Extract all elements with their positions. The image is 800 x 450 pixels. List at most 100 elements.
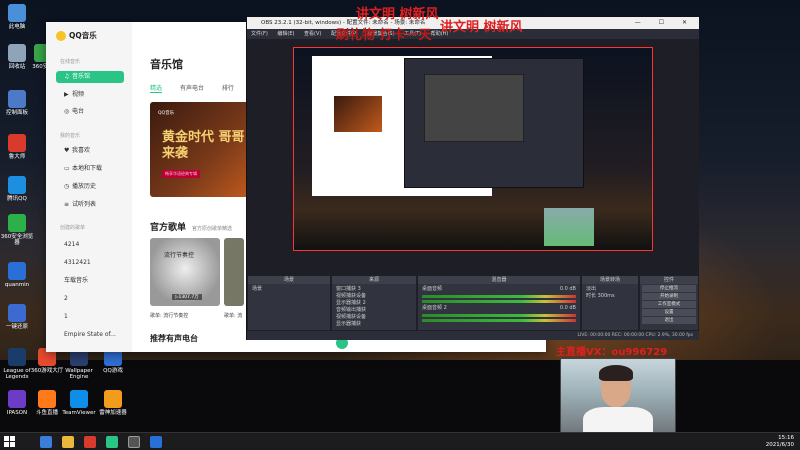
app-icon (8, 390, 26, 408)
preview-desktop-capture (293, 47, 653, 251)
taskbar: 15:16 2021/6/30 (0, 432, 800, 450)
tab-featured[interactable]: 精选 (150, 85, 163, 93)
settings-button[interactable]: 设置 (642, 309, 696, 316)
banner-tag: 畅享华语经典专辑 (162, 170, 200, 178)
playlist-item[interactable]: 1 (56, 311, 124, 323)
controls-dock: 控件 停止推流 开始录制 工作室模式 设置 退出 (639, 275, 699, 331)
app-icon (8, 44, 26, 62)
dock-title: 控件 (640, 276, 698, 284)
nested-obs-preview (424, 74, 524, 142)
dock-title: 来源 (332, 276, 416, 284)
duration-field[interactable]: 时长 300ms (586, 293, 634, 300)
overlay-slogan: 讲文明 树新风 (440, 20, 523, 35)
playlist-item[interactable]: 4312421 (56, 257, 124, 269)
banner-title: 黄金时代 哥哥来袭 (162, 130, 245, 161)
app-icon (8, 134, 26, 152)
exit-button[interactable]: 退出 (642, 317, 696, 324)
page-title: 音乐馆 (150, 58, 183, 71)
desktop-icon[interactable]: 此电脑 (0, 4, 34, 30)
banner-brand: QQ音乐 (158, 111, 175, 116)
playlist-item[interactable]: 4214 (56, 239, 124, 251)
desktop-icon[interactable]: quanmin (0, 262, 34, 288)
scene-item[interactable]: 场景 (248, 284, 330, 295)
volume-meter (422, 295, 576, 298)
nested-webcam (544, 208, 594, 246)
sidebar-item-radio[interactable]: ◎ 电台 (56, 106, 124, 118)
source-item[interactable]: 音频输出捕获 (336, 307, 412, 314)
playlist-caption: 歌单: 流 (224, 313, 243, 319)
desktop-icon[interactable]: 雷神加速器 (96, 390, 130, 416)
app-icon (8, 348, 26, 366)
webcam-overlay (560, 358, 676, 440)
volume-meter (422, 314, 576, 317)
obs-taskbar-icon[interactable] (128, 436, 140, 448)
source-item[interactable]: 视频捕获设备 (336, 314, 412, 321)
qq-sidebar: QQ音乐 在线音乐 ♫ 音乐馆 ▶ 视频 ◎ 电台 我的音乐 ♥ 我喜欢 ▭ 本地和下载 … (46, 22, 132, 352)
playlist-caption: 歌单: 流行节奏控 (150, 313, 189, 319)
obs-preview[interactable] (247, 39, 699, 275)
stop-streaming-button[interactable]: 停止推流 (642, 285, 696, 292)
sidebar-item-music-hall[interactable]: ♫ 音乐馆 (56, 71, 124, 83)
source-item[interactable]: 显示器捕获 2 (336, 300, 412, 307)
obs-status-bar: LIVE: 00:00:00 REC: 00:00:00 CPU: 2.9%, … (247, 331, 699, 340)
music-icon: ♫ (64, 73, 70, 80)
section-official-playlists: 官方歌单 官方原创歌单精选 (150, 223, 233, 233)
menu-edit[interactable]: 编辑(E) (277, 31, 294, 37)
app-icon[interactable] (84, 436, 96, 448)
studio-mode-button[interactable]: 工作室模式 (642, 301, 696, 308)
source-item[interactable]: 显示器捕获 (336, 321, 412, 328)
file-explorer-icon[interactable] (40, 436, 52, 448)
obs-docks: 场景 场景 来源 窗口捕获 3 视频捕获设备 显示器捕获 2 音频输出捕获 视频… (247, 275, 699, 331)
folder-icon[interactable] (62, 436, 74, 448)
playlist-item[interactable]: Empire State of... (56, 329, 124, 341)
sidebar-item-history[interactable]: ◷ 播放历史 (56, 181, 124, 193)
mixer-channel: 桌面音频 2 0.0 dB (422, 305, 576, 311)
desktop-icon[interactable]: IPASON (0, 390, 34, 416)
browser-icon[interactable] (150, 436, 162, 448)
tab-rankings[interactable]: 排行 (222, 85, 234, 92)
dock-title: 场景 (248, 276, 330, 284)
qq-tabs: 精选 有声电台 排行 (150, 83, 250, 93)
sidebar-item-trial-list[interactable]: ≡ 试听列表 (56, 199, 124, 211)
desktop-icon[interactable]: League of Legends (0, 348, 34, 380)
play-count: ▷1307.7万 (172, 294, 202, 300)
tab-audio-radio[interactable]: 有声电台 (180, 85, 204, 92)
source-item[interactable]: 窗口捕获 3 (336, 286, 412, 293)
transition-select[interactable]: 淡出 (586, 286, 634, 293)
menu-view[interactable]: 查看(V) (304, 31, 321, 37)
desktop-icon[interactable]: Wallpaper Engine (62, 348, 96, 380)
desktop-icon[interactable]: 控制面板 (0, 90, 34, 116)
promo-banner[interactable]: QQ音乐 黄金时代 哥哥来袭 畅享华语经典专辑 (150, 102, 250, 197)
sidebar-item-video[interactable]: ▶ 视频 (56, 89, 124, 101)
qq-music-logo: QQ音乐 (56, 30, 97, 41)
list-icon: ≡ (64, 201, 70, 208)
desktop-icon[interactable]: 360安全浏览器 (0, 214, 34, 246)
start-button[interactable] (4, 436, 16, 448)
scenes-dock: 场景 场景 (247, 275, 331, 331)
desktop-icon[interactable]: TeamViewer (62, 390, 96, 416)
window-controls[interactable]: — ☐ ✕ (635, 17, 695, 29)
desktop-icon[interactable]: 鲁大师 (0, 134, 34, 160)
playlist-item[interactable]: 2 (56, 293, 124, 305)
app-icon (8, 176, 26, 194)
source-item[interactable]: 视频捕获设备 (336, 293, 412, 300)
radio-icon: ◎ (64, 108, 70, 115)
system-clock[interactable]: 15:16 2021/6/30 (766, 435, 794, 449)
playlist-card[interactable]: 流行节奏控 ▷1307.7万 (150, 238, 220, 306)
overlay-slogan: 讲文明 树新风 (356, 7, 439, 22)
qq-music-taskbar-icon[interactable] (106, 436, 118, 448)
person-hair (599, 365, 633, 381)
app-icon (8, 214, 26, 232)
desktop-icon[interactable]: 斗鱼直播 (30, 390, 64, 416)
heart-icon: ♥ (64, 147, 70, 154)
desktop-icon[interactable]: 一键还原 (0, 304, 34, 330)
sidebar-item-favorites[interactable]: ♥ 我喜欢 (56, 145, 124, 157)
volume-meter (422, 300, 576, 303)
playlist-item[interactable]: 车载音乐 (56, 275, 124, 287)
playlist-card[interactable] (224, 238, 244, 306)
menu-file[interactable]: 文件(F) (251, 31, 268, 37)
nested-banner (334, 96, 382, 132)
start-recording-button[interactable]: 开始录制 (642, 293, 696, 300)
desktop-icon[interactable]: 腾讯QQ (0, 176, 34, 202)
sidebar-item-local[interactable]: ▭ 本地和下载 (56, 163, 124, 175)
